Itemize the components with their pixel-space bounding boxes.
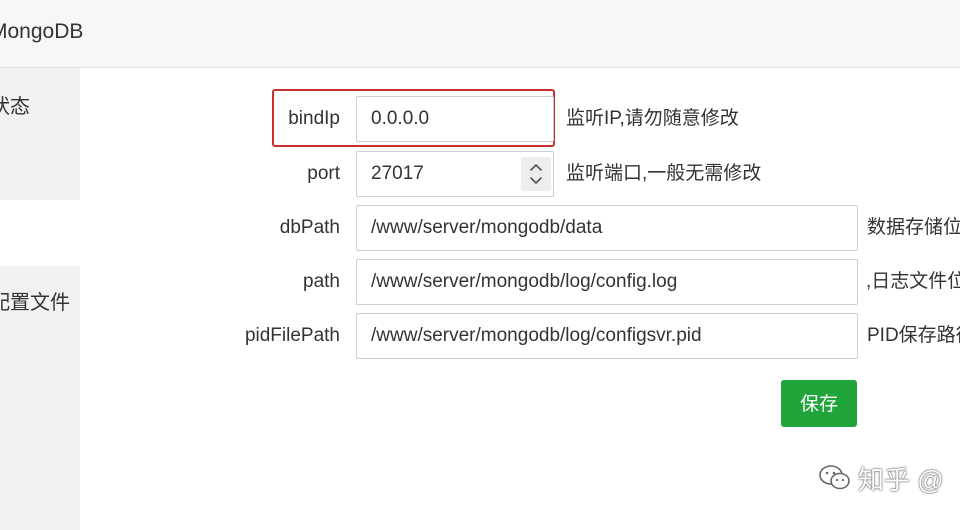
port-hint: 监听端口,一般无需修改 bbox=[566, 163, 762, 184]
form-row-pidfilepath: pidFilePath /www/server/mongodb/log/conf… bbox=[0, 313, 960, 359]
dbpath-label: dbPath bbox=[279, 217, 340, 238]
path-input[interactable]: /www/server/mongodb/log/config.log bbox=[356, 259, 858, 305]
wechat-icon bbox=[819, 465, 850, 490]
path-hint: ,日志文件位置 bbox=[866, 271, 960, 292]
port-stepper[interactable] bbox=[521, 157, 551, 191]
bindip-label: bindIp bbox=[288, 108, 340, 129]
window-titlebar: MongoDB bbox=[0, 0, 960, 68]
watermark: 知乎 @ bbox=[818, 458, 944, 498]
watermark-text: 知乎 @ bbox=[858, 464, 944, 495]
form-row-path: path /www/server/mongodb/log/config.log … bbox=[0, 259, 960, 305]
port-label: port bbox=[307, 163, 340, 184]
form-row-port: port 27017 监听端口,一般无需修改 bbox=[0, 151, 960, 197]
window-title: MongoDB bbox=[0, 20, 84, 43]
pidfilepath-hint: PID保存路径 bbox=[867, 325, 960, 346]
bindip-hint: 监听IP,请勿随意修改 bbox=[566, 108, 739, 129]
pidfilepath-label: pidFilePath bbox=[244, 325, 340, 346]
dbpath-hint: 数据存储位置 bbox=[867, 217, 960, 238]
form-row-dbpath: dbPath /www/server/mongodb/data 数据存储位置 bbox=[0, 205, 960, 251]
dbpath-input[interactable]: /www/server/mongodb/data bbox=[356, 205, 858, 251]
stepper-arrows-icon bbox=[530, 164, 542, 184]
path-label: path bbox=[303, 271, 340, 292]
bindip-input[interactable]: 0.0.0.0 bbox=[356, 96, 554, 142]
form-row-bindip: bindIp 0.0.0.0 监听IP,请勿随意修改 bbox=[0, 96, 960, 142]
pidfilepath-input[interactable]: /www/server/mongodb/log/configsvr.pid bbox=[356, 313, 858, 359]
sidebar-item-config-file[interactable]: 配置文件 bbox=[0, 266, 80, 530]
save-button[interactable]: 保存 bbox=[781, 380, 857, 427]
